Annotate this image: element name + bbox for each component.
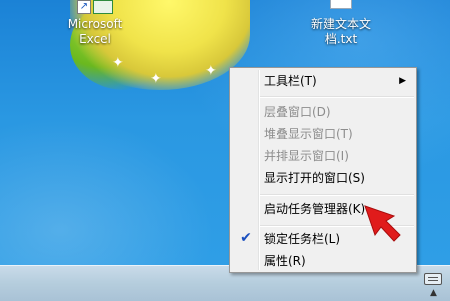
menu-item-label: 并排显示窗口(I) [264,149,349,163]
menu-item-properties[interactable]: 属性(R) [232,250,414,272]
menu-item-label: 层叠窗口(D) [264,105,331,119]
checkmark-icon: ✔ [240,230,252,246]
shortcut-arrow-icon: ↗ [77,0,91,14]
excel-icon: ↗ [77,0,113,14]
menu-separator [260,96,414,98]
menu-item-label: 锁定任务栏(L) [264,232,341,246]
menu-separator [260,194,414,196]
keyboard-icon[interactable] [424,273,442,285]
desktop-icon-excel[interactable]: ↗ Microsoft Excel [50,0,140,47]
spreadsheet-icon [93,0,113,14]
submenu-arrow-icon: ▶ [399,76,406,86]
menu-item-label: 堆叠显示窗口(T) [264,127,353,141]
menu-item-show-open-windows[interactable]: 显示打开的窗口(S) [232,167,414,189]
menu-item-label: 启动任务管理器(K) [264,202,366,216]
chevron-up-icon[interactable]: ▲ [430,288,446,298]
wallpaper-sparkle: ✦ [205,63,217,79]
menu-item-cascade-windows[interactable]: 层叠窗口(D) [232,101,414,123]
red-arrow-pointer-icon [364,205,401,242]
wallpaper-sparkle: ✦ [112,55,124,71]
menu-item-label: 显示打开的窗口(S) [264,171,365,185]
menu-item-toolbars[interactable]: 工具栏(T) ▶ [232,70,414,92]
menu-item-label: 工具栏(T) [264,74,317,88]
desktop-icon-label: Microsoft Excel [67,17,123,46]
menu-item-show-windows-stacked[interactable]: 堆叠显示窗口(T) [232,123,414,145]
wallpaper-sparkle: ✦ [150,71,162,87]
desktop-icon-text-file[interactable]: 新建文本文档.txt [296,0,386,47]
menu-item-label: 属性(R) [264,254,306,268]
text-file-icon [330,0,352,9]
menu-item-show-windows-side-by-side[interactable]: 并排显示窗口(I) [232,145,414,167]
desktop-icon-label: 新建文本文档.txt [310,17,371,46]
